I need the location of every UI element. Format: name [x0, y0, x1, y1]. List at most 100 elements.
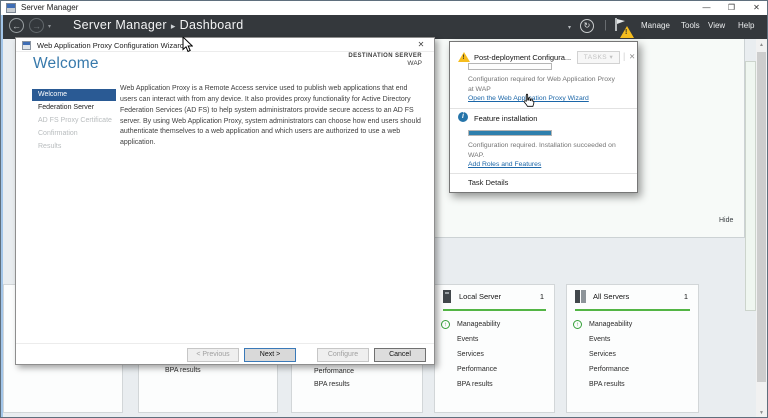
notifications-flag-button[interactable]: ! — [613, 18, 639, 38]
tile-server-count: 1 — [683, 292, 688, 301]
destination-server-label: DESTINATION SERVER — [348, 53, 422, 59]
breadcrumb-page: Dashboard — [179, 18, 244, 32]
mouse-cursor-arrow — [182, 35, 194, 58]
notifications-flyout: ! Post-deployment Configura... TASKS ▾ |… — [449, 41, 638, 193]
info-icon: i — [458, 112, 468, 122]
tile-metric-services[interactable]: Services — [457, 351, 484, 358]
tile-status-rule — [443, 309, 546, 311]
destination-server-block: DESTINATION SERVER WAP — [348, 53, 422, 67]
feature-installation-title: Feature installation — [474, 114, 538, 123]
notification-title: Post-deployment Configura... — [474, 53, 572, 62]
local-server-tile[interactable]: Local Server 1 ↑ Manageability Events Se… — [434, 284, 555, 413]
all-servers-tile[interactable]: All Servers 1 ↑ Manageability Events Ser… — [566, 284, 699, 413]
window-title: Server Manager — [21, 3, 79, 12]
tile-title[interactable]: All Servers — [593, 292, 629, 301]
tile-header: Local Server 1 — [435, 285, 554, 309]
wizard-button-row: < Previous Next > Configure Cancel — [187, 348, 426, 362]
back-icon: ← — [12, 21, 21, 31]
back-button[interactable]: ← — [9, 18, 24, 33]
refresh-dropdown-icon[interactable]: ▾ — [568, 24, 571, 31]
wizard-step-federation-server[interactable]: Federation Server — [32, 102, 116, 114]
navigation-bar: ← → ▾ Server Manager ▸ Dashboard ▾ ↻ | ! M… — [1, 15, 767, 39]
manageability-up-icon: ↑ — [441, 319, 450, 329]
tasks-caret-icon: ▾ — [609, 54, 614, 61]
tasks-dropdown-button[interactable]: TASKS ▾ — [577, 51, 620, 64]
warning-icon: ! — [458, 52, 470, 62]
scroll-up-icon[interactable]: ▲ — [756, 39, 767, 51]
forward-button[interactable]: → — [29, 18, 44, 33]
tile-metric-events[interactable]: Events — [589, 336, 610, 343]
wizard-page-heading: Welcome — [33, 55, 99, 72]
notification-message: Configuration required for Web Applicati… — [468, 76, 615, 94]
server-manager-app-icon — [6, 3, 16, 13]
breadcrumb-root[interactable]: Server Manager — [73, 18, 167, 32]
dialog-titlebar[interactable]: Web Application Proxy Configuration Wiza… — [16, 38, 434, 52]
tile-metric-performance[interactable]: Performance — [314, 368, 354, 375]
tile-metric-bpa-results[interactable]: BPA results — [457, 381, 493, 388]
dialog-close-icon[interactable]: ✕ — [414, 40, 428, 51]
mouse-cursor-hand — [522, 93, 535, 113]
tile-status-rule — [575, 309, 690, 311]
tile-metric-performance[interactable]: Performance — [457, 366, 497, 373]
wizard-step-confirmation: Confirmation — [38, 130, 78, 137]
tile-metric-bpa-results[interactable]: BPA results — [165, 367, 201, 374]
tile-metric-events[interactable]: Events — [457, 336, 478, 343]
tile-metric-manageability[interactable]: ↑ Manageability — [441, 319, 500, 329]
tile-metric-bpa-results[interactable]: BPA results — [589, 381, 625, 388]
tile-metric-manageability[interactable]: ↑ Manageability — [573, 319, 632, 329]
footer-divider — [16, 343, 434, 344]
wizard-step-results: Results — [38, 143, 62, 150]
tile-metric-performance[interactable]: Performance — [589, 366, 629, 373]
wizard-step-adfs-proxy-certificate: AD FS Proxy Certificate — [38, 117, 112, 124]
refresh-button[interactable]: ↻ — [580, 19, 594, 33]
history-dropdown-icon[interactable]: ▾ — [48, 23, 51, 30]
notification-message: Configuration required. Installation suc… — [468, 142, 616, 160]
window-titlebar: Server Manager — ❐ ✕ — [1, 1, 767, 15]
breadcrumb: Server Manager ▸ Dashboard — [73, 18, 244, 32]
menu-manage[interactable]: Manage — [641, 21, 670, 30]
tile-header: All Servers 1 — [567, 285, 698, 309]
previous-button[interactable]: < Previous — [187, 348, 239, 362]
configure-button[interactable]: Configure — [317, 348, 369, 362]
menu-tools[interactable]: Tools — [681, 21, 700, 30]
notification-close-icon[interactable]: ✕ — [629, 52, 635, 61]
refresh-icon: ↻ — [583, 21, 591, 30]
warning-badge-icon: ! — [620, 26, 634, 38]
section-divider — [450, 108, 637, 109]
scroll-down-icon[interactable]: ▼ — [756, 407, 767, 417]
servers-group-icon — [575, 290, 586, 303]
dialog-title: Web Application Proxy Configuration Wiza… — [37, 41, 185, 50]
server-icon — [443, 290, 451, 303]
minimize-button[interactable]: — — [694, 1, 719, 15]
manageability-up-icon: ↑ — [573, 319, 582, 329]
next-button[interactable]: Next > — [244, 348, 296, 362]
tile-title[interactable]: Local Server — [459, 292, 501, 301]
wizard-step-welcome[interactable]: Welcome — [32, 89, 116, 101]
menu-view[interactable]: View — [708, 21, 725, 30]
flyout-divider: | — [623, 51, 626, 61]
post-deployment-progress-bar — [468, 63, 552, 70]
cancel-button[interactable]: Cancel — [374, 348, 426, 362]
close-button[interactable]: ✕ — [744, 1, 767, 15]
scrollbar-thumb[interactable] — [757, 52, 766, 382]
wizard-body-text: Web Application Proxy is a Remote Access… — [120, 85, 421, 147]
section-divider — [450, 173, 637, 174]
vertical-scrollbar[interactable]: ▲ ▼ — [756, 39, 767, 417]
toolbar-divider: | — [604, 19, 607, 31]
wizard-icon — [22, 41, 31, 50]
menu-help[interactable]: Help — [738, 21, 754, 30]
wap-configuration-wizard-dialog: Web Application Proxy Configuration Wiza… — [15, 37, 435, 365]
server-manager-window: Server Manager — ❐ ✕ ← → ▾ Server Manage… — [0, 0, 768, 418]
maximize-button[interactable]: ❐ — [719, 1, 744, 15]
task-details-link[interactable]: Task Details — [468, 178, 508, 187]
role-tile-fragment — [745, 61, 756, 311]
tile-server-count: 1 — [539, 292, 544, 301]
breadcrumb-separator-icon: ▸ — [170, 21, 176, 31]
tile-metric-bpa-results[interactable]: BPA results — [314, 381, 350, 388]
feature-installation-progress-bar — [468, 130, 552, 136]
add-roles-and-features-link[interactable]: Add Roles and Features — [468, 161, 541, 168]
hide-welcome-link[interactable]: Hide — [719, 217, 733, 224]
destination-server-value: WAP — [407, 60, 422, 67]
tile-metric-services[interactable]: Services — [589, 351, 616, 358]
forward-icon: → — [32, 21, 41, 31]
